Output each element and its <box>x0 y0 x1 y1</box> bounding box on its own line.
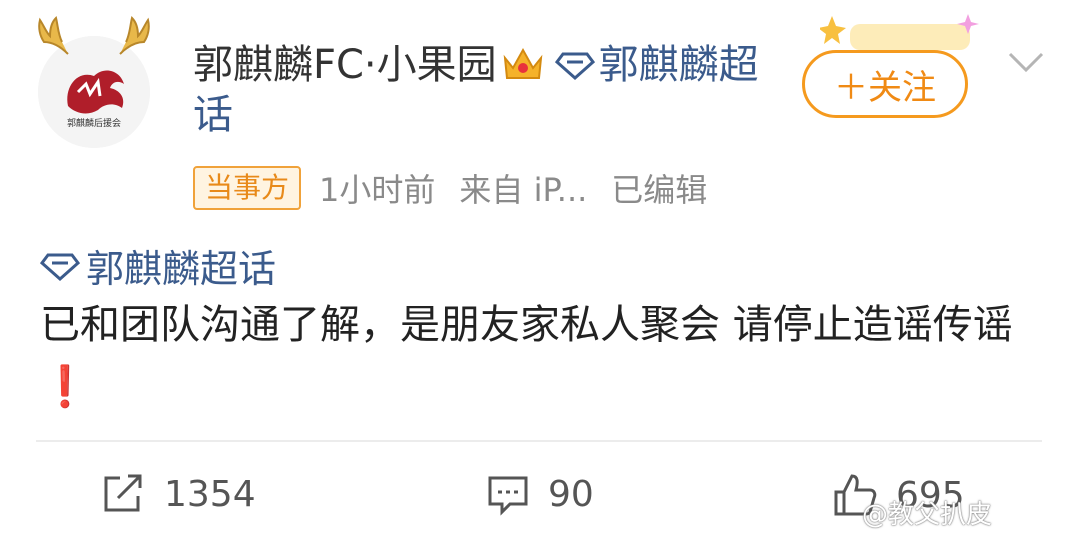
topic-label: 郭麒麟超话 <box>86 247 277 291</box>
watermark: @教父扒皮 <box>862 500 993 530</box>
party-badge: 当事方 <box>193 166 302 210</box>
post-body-text: 已和团队沟通了解，是朋友家私人聚会 请停止造谣传谣 <box>40 302 1013 348</box>
author-header: 郭麒麟FC·小果园 郭麒麟超话 <box>193 40 773 140</box>
exclamation-emoji: ❗ <box>40 364 90 410</box>
crown-badge-icon <box>503 47 542 79</box>
share-count: 1354 <box>164 473 256 515</box>
supertopic-diamond-icon <box>40 253 80 281</box>
edited-label[interactable]: 已编辑 <box>611 165 707 211</box>
share-icon <box>104 474 142 512</box>
right-antler-icon <box>119 16 150 55</box>
topic-link[interactable]: 郭麒麟超话 <box>40 238 276 293</box>
left-antler-icon <box>38 16 69 55</box>
post-source: 来自 iP... <box>459 171 588 209</box>
comment-count: 90 <box>548 473 594 515</box>
divider <box>36 440 1042 442</box>
post-time: 1小时前 <box>319 171 436 209</box>
author-name[interactable]: 郭麒麟FC·小果园 <box>193 42 497 88</box>
supertopic-diamond-icon <box>554 52 595 80</box>
comment-button[interactable]: 90 <box>486 472 594 516</box>
post-body: 已和团队沟通了解，是朋友家私人聚会 请停止造谣传谣 ❗ <box>40 294 1050 418</box>
share-button[interactable]: 1354 <box>100 472 256 516</box>
svg-text:郭麒麟后援会: 郭麒麟后援会 <box>67 117 121 129</box>
follow-button[interactable]: ＋关注 <box>802 50 968 118</box>
chevron-down-icon[interactable] <box>1006 46 1046 76</box>
comment-icon <box>488 476 528 516</box>
post-meta: 当事方 1小时前 来自 iP... 已编辑 <box>193 166 707 210</box>
